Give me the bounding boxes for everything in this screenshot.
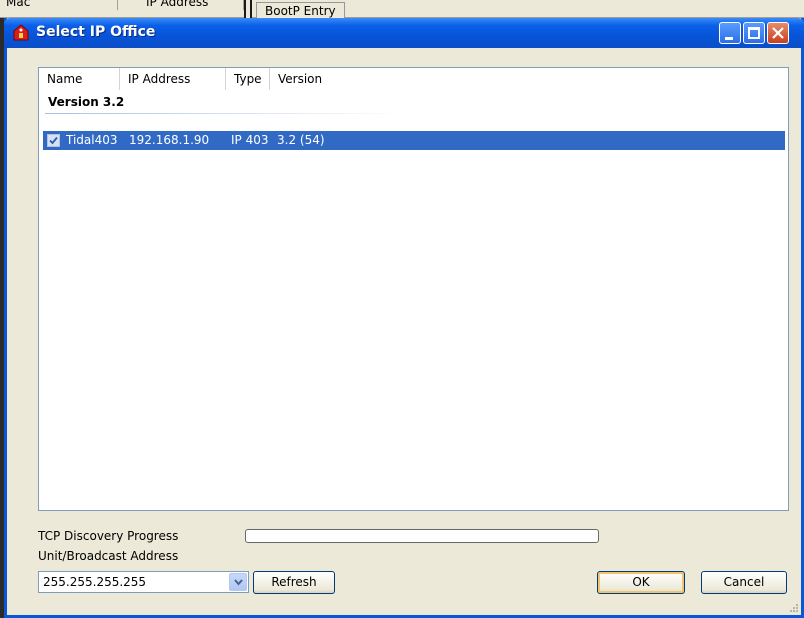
row-checkbox[interactable]: [47, 134, 60, 147]
column-header-version[interactable]: Version: [270, 68, 342, 90]
window-title: Select IP Office: [36, 24, 156, 40]
list-row[interactable]: Tidal403 192.168.1.90 IP 403 3.2 (54): [43, 131, 785, 150]
tcp-discovery-progress-bar: [245, 529, 599, 543]
row-type: IP 403: [231, 133, 269, 147]
column-header-name[interactable]: Name: [39, 68, 120, 90]
ok-button[interactable]: OK: [597, 571, 685, 594]
column-header-type[interactable]: Type: [226, 68, 270, 90]
maximize-icon: [748, 27, 760, 39]
row-name: Tidal403: [66, 133, 118, 147]
group-divider: [45, 113, 405, 114]
ip-office-list[interactable]: Name IP Address Type Version Version 3.2…: [38, 67, 789, 511]
background-list-header: Mac IP Address: [0, 0, 804, 18]
unit-broadcast-address-combo[interactable]: 255.255.255.255: [38, 571, 249, 593]
background-column-ip-address[interactable]: IP Address: [118, 0, 244, 10]
cancel-button[interactable]: Cancel: [701, 571, 787, 594]
row-ip-address: 192.168.1.90: [129, 133, 210, 147]
close-button[interactable]: [767, 22, 789, 44]
tcp-discovery-progress-label: TCP Discovery Progress: [38, 529, 179, 543]
select-ip-office-dialog: Select IP Office Name IP Address Type Ve…: [4, 18, 804, 618]
title-bar[interactable]: Select IP Office: [4, 18, 804, 48]
address-value[interactable]: 255.255.255.255: [43, 575, 146, 589]
background-column-mac[interactable]: Mac: [0, 0, 118, 10]
group-title[interactable]: Version 3.2: [48, 95, 124, 109]
row-version: 3.2 (54): [277, 133, 325, 147]
background-splitter[interactable]: [244, 0, 252, 18]
minimize-button[interactable]: [719, 22, 741, 44]
close-icon: [772, 27, 784, 39]
list-header: Name IP Address Type Version: [39, 68, 788, 90]
chevron-down-icon: [234, 579, 243, 586]
maximize-button[interactable]: [743, 22, 765, 44]
resize-grip-icon[interactable]: [787, 601, 799, 613]
checkbox-icon: [49, 136, 58, 145]
unit-broadcast-address-label: Unit/Broadcast Address: [38, 549, 179, 563]
address-dropdown-button[interactable]: [229, 573, 247, 591]
minimize-icon: [725, 37, 733, 40]
ip-office-icon: [13, 24, 29, 41]
refresh-button[interactable]: Refresh: [253, 571, 335, 594]
column-header-ip-address[interactable]: IP Address: [120, 68, 226, 90]
